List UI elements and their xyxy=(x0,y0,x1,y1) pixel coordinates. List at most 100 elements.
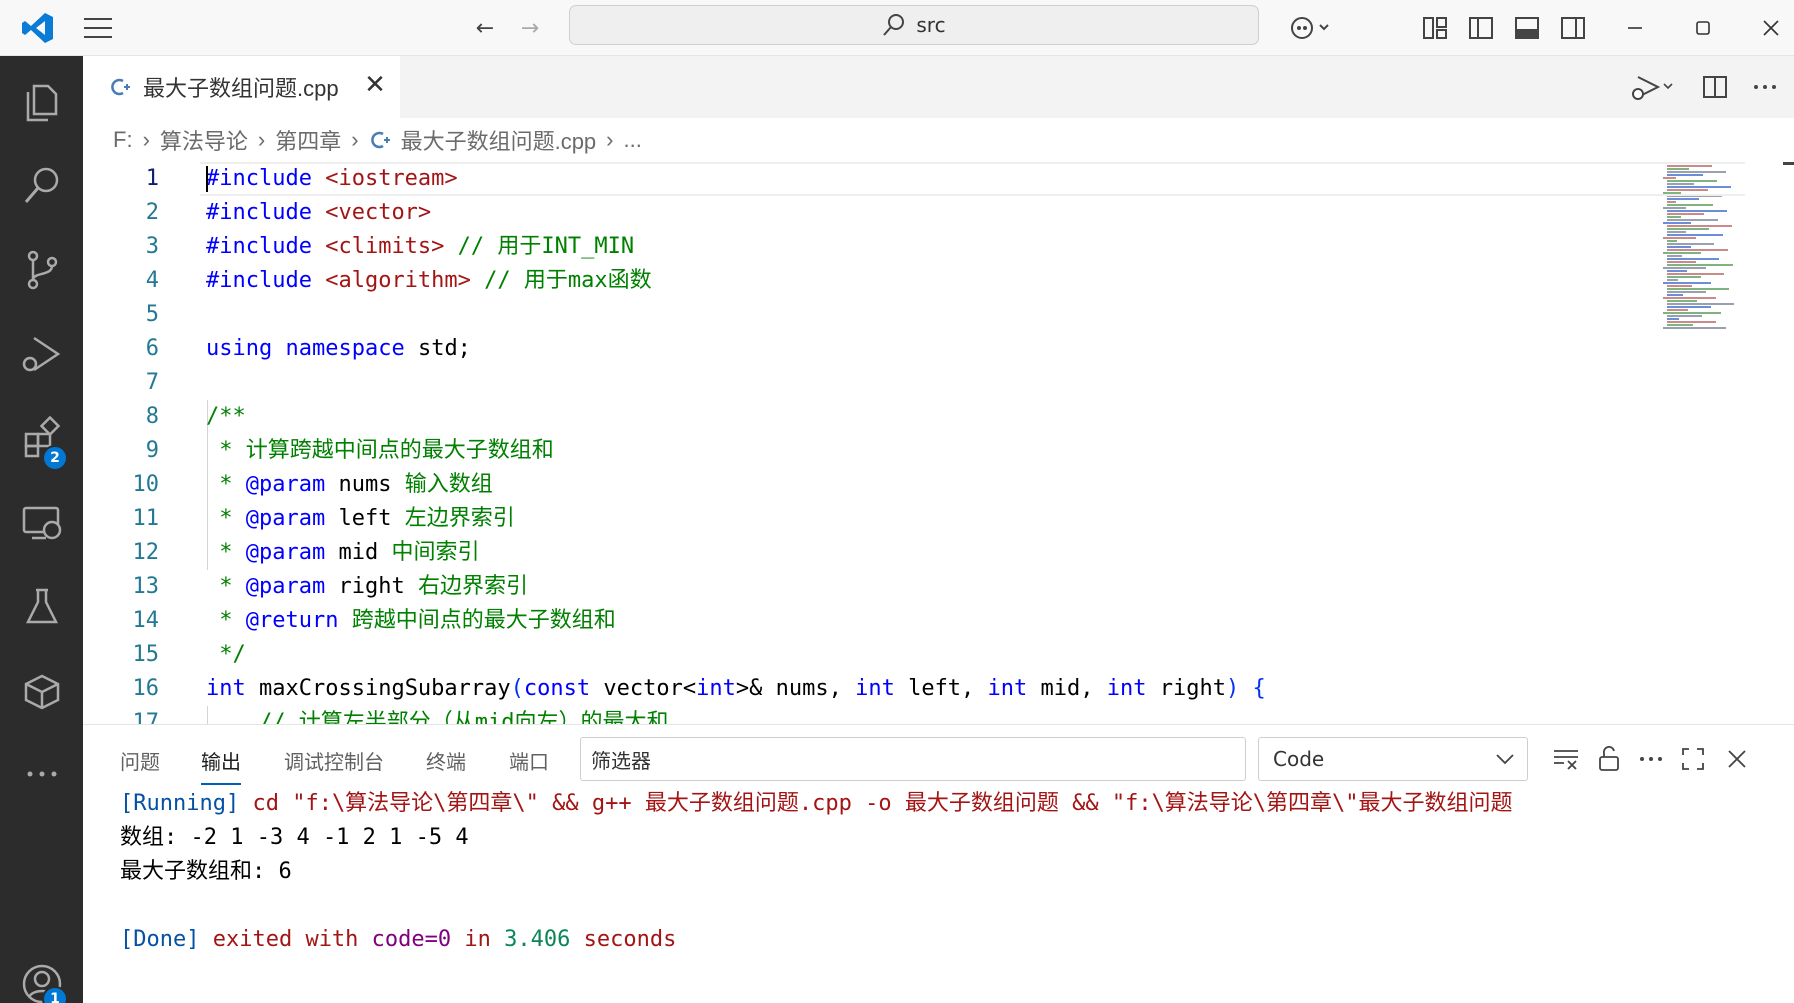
more-actions-icon[interactable] xyxy=(1631,737,1671,781)
menu-icon[interactable] xyxy=(74,0,122,56)
code-line[interactable]: 6 using namespace std; xyxy=(83,332,1663,366)
minimap-line xyxy=(1663,207,1686,209)
code-token: right xyxy=(1146,676,1227,701)
minimap-line xyxy=(1667,240,1677,242)
minimap-line xyxy=(1667,234,1723,236)
code-line[interactable]: 12 * @param mid 中间索引 xyxy=(83,536,1663,570)
code-token: #include xyxy=(206,268,312,293)
code-token: mid xyxy=(325,540,379,565)
scrollbar-marker[interactable] xyxy=(1783,162,1794,165)
code-token: 输入数组 xyxy=(391,472,493,497)
close-window-icon[interactable] xyxy=(1748,0,1794,56)
filter-input[interactable]: 筛选器 xyxy=(580,737,1246,781)
chevron-right-icon: › xyxy=(257,127,266,152)
clear-output-icon[interactable] xyxy=(1546,737,1586,781)
search-icon[interactable] xyxy=(0,144,83,228)
output-channel-select[interactable]: Code xyxy=(1258,737,1528,781)
run-debug-icon[interactable] xyxy=(0,312,83,396)
accounts-icon[interactable] xyxy=(0,942,83,1003)
line-number: 10 xyxy=(132,472,160,497)
breadcrumb-more[interactable]: ... xyxy=(624,127,642,153)
code-line[interactable]: 3 #include <climits> // 用于INT_MIN xyxy=(83,230,1663,264)
line-number: 3 xyxy=(145,234,159,259)
code-token: mid, xyxy=(1027,676,1107,701)
editor-tab[interactable]: 最大子数组问题.cpp xyxy=(83,56,400,118)
breadcrumb-drive[interactable]: F: xyxy=(113,127,133,153)
copilot-icon[interactable] xyxy=(1280,0,1340,56)
tab-terminal[interactable]: 终端 xyxy=(426,725,466,795)
minimap-line xyxy=(1667,276,1701,278)
lock-scroll-icon[interactable] xyxy=(1589,737,1629,781)
code-line[interactable]: 16 int maxCrossingSubarray(const vector<i… xyxy=(83,672,1663,706)
code-line[interactable]: 2 #include <vector> xyxy=(83,196,1663,230)
back-arrow-icon[interactable]: ← xyxy=(465,0,505,56)
code-line[interactable]: 7 xyxy=(83,366,1663,400)
code-line[interactable]: 10 * @param nums 输入数组 xyxy=(83,468,1663,502)
code-line[interactable]: 5 xyxy=(83,298,1663,332)
code-line[interactable]: 4 #include <algorithm> // 用于max函数 xyxy=(83,264,1663,298)
forward-arrow-icon[interactable]: → xyxy=(510,0,550,56)
split-editor-icon[interactable] xyxy=(1690,75,1740,99)
vscode-logo-icon[interactable] xyxy=(8,0,68,56)
extensions-icon[interactable] xyxy=(0,396,83,480)
cpp-file-icon xyxy=(370,131,390,149)
maximize-panel-icon[interactable] xyxy=(1673,737,1713,781)
tab-problems[interactable]: 问题 xyxy=(120,725,160,795)
explorer-icon[interactable] xyxy=(0,60,83,144)
search-icon xyxy=(883,14,905,36)
remote-explorer-icon[interactable] xyxy=(0,480,83,564)
tab-output[interactable]: 输出 xyxy=(201,725,241,795)
line-number: 15 xyxy=(132,642,160,667)
tab-debug-console[interactable]: 调试控制台 xyxy=(284,725,384,795)
tab-close-icon[interactable]: ✕ xyxy=(360,70,390,100)
bottom-panel: 问题 输出 调试控制台 终端 端口 筛选器 Code [Running] cd … xyxy=(83,724,1794,1003)
code-line[interactable]: 13 * @param right 右边界索引 xyxy=(83,570,1663,604)
code-line[interactable]: 8 /** xyxy=(83,400,1663,434)
minimap-line xyxy=(1667,294,1683,296)
source-control-icon[interactable] xyxy=(0,228,83,312)
code-text: /** xyxy=(206,400,246,434)
code-text: */ xyxy=(206,638,246,672)
minimap-line xyxy=(1667,306,1711,308)
code-editor[interactable]: 1 #include <iostream> 2 #include <vector> 3 #… xyxy=(83,162,1794,724)
code-token: 左边界索引 xyxy=(391,506,515,531)
run-code-icon[interactable] xyxy=(1630,72,1690,102)
toggle-primary-sidebar-icon[interactable] xyxy=(1464,0,1498,56)
code-token: #include xyxy=(206,200,312,225)
minimize-icon[interactable] xyxy=(1612,0,1658,56)
code-line[interactable]: 1 #include <iostream> xyxy=(83,162,1745,196)
toggle-panel-icon[interactable] xyxy=(1510,0,1544,56)
code-token: * xyxy=(206,506,246,531)
minimap-line xyxy=(1667,315,1702,317)
command-center-search[interactable]: src xyxy=(569,5,1259,45)
code-text: using namespace std; xyxy=(206,332,471,366)
breadcrumb-folder-1[interactable]: 算法导论 xyxy=(160,124,248,156)
code-text: // 计算左半部分（从mid向左）的最大和 xyxy=(206,706,668,724)
code-text: #include <climits> // 用于INT_MIN xyxy=(206,230,634,264)
toggle-secondary-sidebar-icon[interactable] xyxy=(1556,0,1590,56)
maximize-icon[interactable] xyxy=(1680,0,1726,56)
code-line[interactable]: 9 * 计算跨越中间点的最大子数组和 xyxy=(83,434,1663,468)
more-icon[interactable] xyxy=(0,732,83,816)
chevron-right-icon: › xyxy=(606,127,614,152)
code-text: * @return 跨越中间点的最大子数组和 xyxy=(206,604,616,638)
breadcrumb-folder-2[interactable]: 第四章 xyxy=(275,124,341,156)
more-actions-icon[interactable] xyxy=(1740,84,1790,90)
code-token: 跨越中间点的最大子数组和 xyxy=(338,608,616,633)
customize-layout-icon[interactable] xyxy=(1418,0,1452,56)
breadcrumb-file[interactable]: 最大子数组问题.cpp xyxy=(401,124,597,156)
minimap[interactable] xyxy=(1663,162,1783,724)
output-running-line: [Running] cd "f:\算法导论\第四章\" && g++ 最大子数组… xyxy=(120,791,1513,816)
code-text: #include <iostream> xyxy=(206,162,458,196)
code-line[interactable]: 17 // 计算左半部分（从mid向左）的最大和 xyxy=(83,706,1663,724)
containers-icon[interactable] xyxy=(0,648,83,732)
testing-icon[interactable] xyxy=(0,564,83,648)
code-token: ( xyxy=(510,676,524,701)
code-line[interactable]: 11 * @param left 左边界索引 xyxy=(83,502,1663,536)
close-panel-icon[interactable] xyxy=(1717,737,1757,781)
code-line[interactable]: 14 * @return 跨越中间点的最大子数组和 xyxy=(83,604,1663,638)
tab-ports[interactable]: 端口 xyxy=(509,725,549,795)
code-line[interactable]: 15 */ xyxy=(83,638,1663,672)
code-token: const xyxy=(523,676,591,701)
